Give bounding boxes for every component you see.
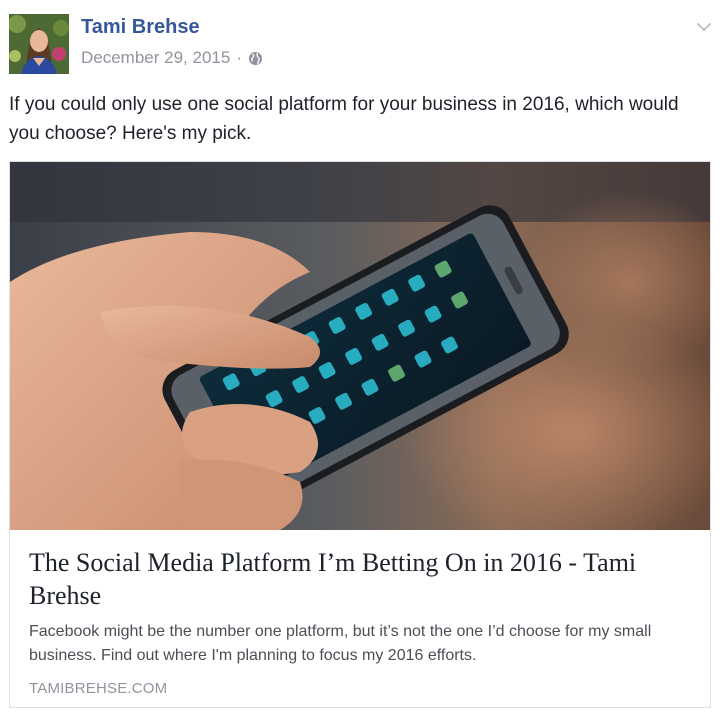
post-meta: December 29, 2015 · [81,47,263,69]
link-title[interactable]: The Social Media Platform I’m Betting On… [29,546,689,612]
link-description: Facebook might be the number one platfor… [29,623,652,664]
link-domain: TAMIBREHSE.COM [29,680,168,697]
facebook-post: Tami Brehse December 29, 2015 · If you c… [0,0,723,720]
link-preview-card[interactable]: The Social Media Platform I’m Betting On… [9,161,711,708]
post-message: If you could only use one social platfor… [9,94,679,144]
link-preview-image[interactable] [10,162,710,530]
meta-separator: · [236,48,242,67]
avatar-photo [9,14,69,74]
globe-icon[interactable] [248,51,263,66]
author-avatar[interactable] [9,14,69,74]
link-preview-body[interactable]: The Social Media Platform I’m Betting On… [10,531,710,707]
smartphone-photo [10,162,710,530]
author-name-link[interactable]: Tami Brehse [81,16,200,39]
chevron-down-icon[interactable] [693,16,715,38]
post-timestamp[interactable]: December 29, 2015 [81,48,230,68]
